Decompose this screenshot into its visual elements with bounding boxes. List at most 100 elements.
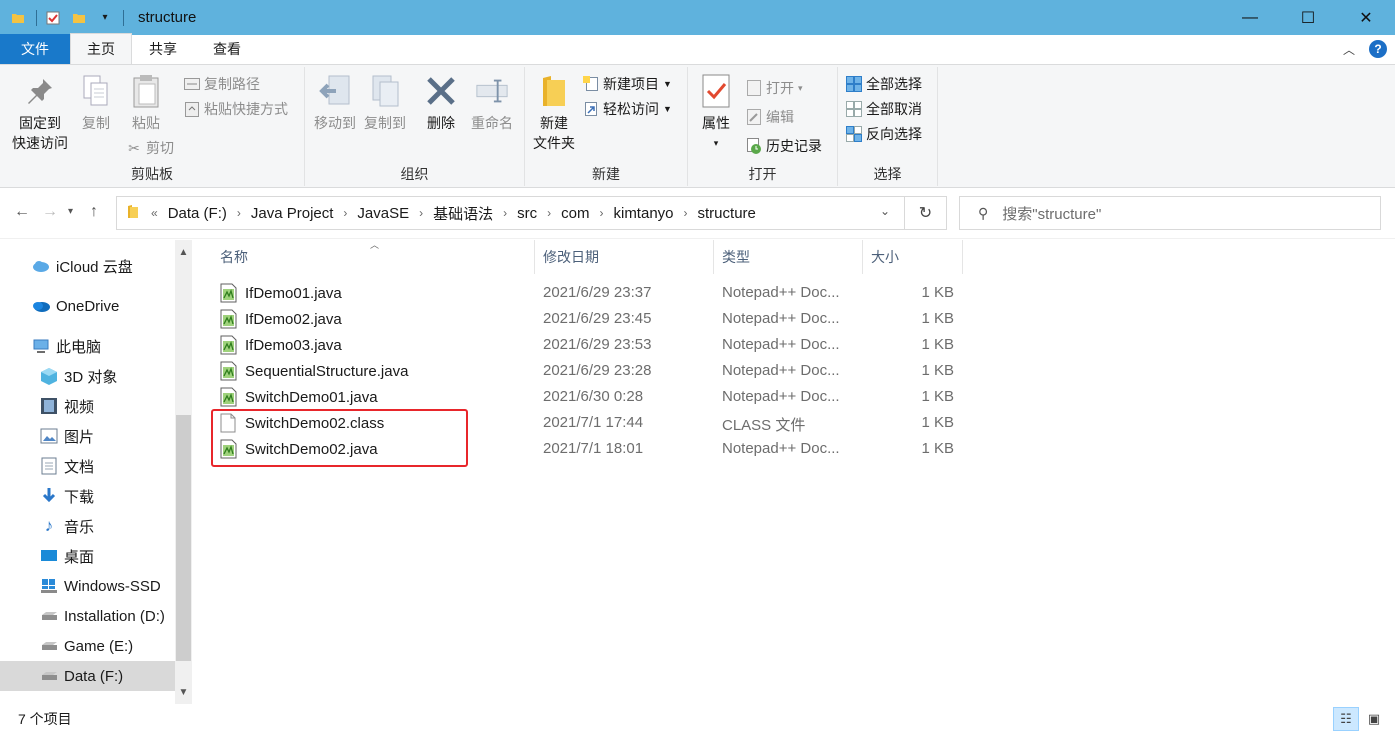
rename-button[interactable]: 重命名	[467, 73, 517, 133]
history-button[interactable]: 历史记录	[746, 135, 822, 157]
nav-pane-scrollbar[interactable]: ▲ ▼	[175, 240, 192, 704]
file-row[interactable]: IfDemo03.java 2021/6/29 23:53 Notepad++ Do…	[212, 332, 972, 358]
cut-button[interactable]: ✂ 剪切	[126, 137, 174, 159]
chevron-right-icon[interactable]: ›	[684, 206, 688, 220]
breadcrumb-com[interactable]: com	[561, 205, 589, 222]
delete-button[interactable]: 删除	[421, 73, 461, 133]
copy-button[interactable]: 复制	[78, 73, 114, 133]
move-to-button[interactable]: 移动到	[311, 73, 359, 133]
chevron-right-icon[interactable]: ›	[547, 206, 551, 220]
breadcrumb-java-project[interactable]: Java Project	[251, 205, 334, 222]
back-button[interactable]: ←	[14, 203, 30, 221]
refresh-icon: ↻	[918, 205, 933, 222]
scrollbar-thumb[interactable]	[176, 415, 191, 661]
nav-item-pictures[interactable]: 图片	[0, 421, 175, 451]
refresh-button[interactable]: ↻	[905, 196, 947, 230]
chevron-down-icon[interactable]: ▾	[97, 10, 113, 26]
nav-item-installation-d[interactable]: Installation (D:)	[0, 601, 175, 631]
large-icons-view-icon[interactable]: ▣	[1361, 707, 1387, 731]
nav-item-windows-ssd[interactable]: Windows-SSD	[0, 571, 175, 601]
paste-button[interactable]: 粘贴	[126, 73, 166, 133]
minimize-button[interactable]: —	[1221, 0, 1279, 35]
search-box[interactable]: ⚲ 搜索"structure"	[959, 196, 1381, 230]
copy-to-icon	[368, 73, 402, 109]
copy-path-button[interactable]: 复制路径	[184, 73, 260, 95]
open-icon	[746, 80, 762, 96]
address-bar[interactable]: « Data (F:) › Java Project › JavaSE › 基础语法 ›…	[116, 196, 905, 230]
details-view-icon[interactable]: ☷	[1333, 707, 1359, 731]
select-all-button[interactable]: 全部选择	[846, 73, 922, 95]
edit-label: 编辑	[766, 109, 794, 125]
file-date: 2021/6/29 23:53	[543, 336, 652, 353]
file-row[interactable]: SequentialStructure.java 2021/6/29 23:28 N…	[212, 358, 972, 384]
nav-item-game-e[interactable]: Game (E:)	[0, 631, 175, 661]
up-button[interactable]: ↑	[90, 203, 98, 221]
forward-button[interactable]: →	[42, 203, 58, 221]
easy-access-icon	[583, 101, 599, 117]
nav-item-videos[interactable]: 视频	[0, 391, 175, 421]
3d-objects-icon	[40, 367, 58, 385]
breadcrumb-overflow[interactable]: «	[151, 206, 158, 220]
file-row[interactable]: IfDemo01.java 2021/6/29 23:37 Notepad++ Do…	[212, 280, 972, 306]
file-row[interactable]: IfDemo02.java 2021/6/29 23:45 Notepad++ Do…	[212, 306, 972, 332]
paste-shortcut-button[interactable]: 粘贴快捷方式	[184, 98, 288, 120]
highlight-annotation-box	[211, 409, 468, 467]
maximize-button[interactable]: ☐	[1279, 0, 1337, 35]
this-pc-icon	[32, 337, 50, 355]
invert-selection-button[interactable]: 反向选择	[846, 123, 922, 145]
new-item-button[interactable]: 新建项目 ▼	[583, 73, 672, 95]
chevron-right-icon[interactable]: ›	[503, 206, 507, 220]
open-button[interactable]: 打开 ▾	[746, 77, 803, 99]
nav-item-icloud[interactable]: iCloud 云盘	[0, 251, 175, 281]
nav-item-label: 此电脑	[56, 338, 102, 356]
drive-icon	[40, 607, 58, 625]
chevron-right-icon[interactable]: ›	[237, 206, 241, 220]
nav-item-3d-objects[interactable]: 3D 对象	[0, 361, 175, 391]
new-folder-button[interactable]: 新建 文件夹	[529, 73, 579, 153]
nav-item-documents[interactable]: 文档	[0, 451, 175, 481]
onedrive-icon	[32, 297, 50, 315]
help-icon[interactable]: ?	[1369, 40, 1387, 58]
collapse-ribbon-icon[interactable]: ︿	[1343, 41, 1355, 58]
tab-home[interactable]: 主页	[70, 33, 132, 64]
scroll-up-icon[interactable]: ▲	[175, 244, 192, 261]
chevron-right-icon[interactable]: ›	[419, 206, 423, 220]
close-button[interactable]: ✕	[1337, 0, 1395, 35]
tab-share[interactable]: 共享	[132, 34, 194, 64]
properties-button[interactable]: 属性 ▾	[696, 73, 736, 153]
copy-to-button[interactable]: 复制到	[361, 73, 409, 133]
column-header-name[interactable]: 名称	[212, 240, 535, 274]
breadcrumb-basic-syntax[interactable]: 基础语法	[433, 203, 493, 224]
file-date: 2021/7/1 18:01	[543, 440, 644, 457]
scroll-down-icon[interactable]: ▼	[175, 684, 192, 701]
chevron-right-icon[interactable]: ›	[599, 206, 603, 220]
icloud-icon	[32, 257, 50, 275]
nav-item-desktop[interactable]: 桌面	[0, 541, 175, 571]
breadcrumb-src[interactable]: src	[517, 205, 537, 222]
properties-icon[interactable]	[45, 10, 61, 26]
chevron-down-icon[interactable]: ⌄	[880, 204, 890, 218]
breadcrumb-kimtanyo[interactable]: kimtanyo	[613, 205, 673, 222]
breadcrumb-structure[interactable]: structure	[698, 205, 756, 222]
recent-locations-chevron-icon[interactable]: ▾	[68, 206, 73, 217]
edit-button[interactable]: 编辑	[746, 106, 794, 128]
pin-to-quick-access-button[interactable]: 固定到 快速访问	[8, 73, 72, 153]
chevron-right-icon[interactable]: ›	[343, 206, 347, 220]
breadcrumb-javase[interactable]: JavaSE	[357, 205, 409, 222]
nav-item-downloads[interactable]: 下载	[0, 481, 175, 511]
nav-item-this-pc[interactable]: 此电脑	[0, 331, 175, 361]
column-header-type[interactable]: 类型	[714, 240, 863, 274]
select-none-button[interactable]: 全部取消	[846, 98, 922, 120]
nav-item-music[interactable]: ♪ 音乐	[0, 511, 175, 541]
nav-item-onedrive[interactable]: OneDrive	[0, 291, 175, 321]
column-header-date[interactable]: 修改日期	[535, 240, 714, 274]
file-type: Notepad++ Doc...	[722, 388, 840, 405]
column-header-size[interactable]: 大小	[863, 240, 963, 274]
breadcrumb-data-drive[interactable]: Data (F:)	[168, 205, 227, 222]
file-row[interactable]: SwitchDemo01.java 2021/6/30 0:28 Notepad++…	[212, 384, 972, 410]
nav-item-data-f[interactable]: Data (F:)	[0, 661, 175, 691]
tab-file[interactable]: 文件	[0, 34, 70, 64]
new-folder-icon[interactable]	[71, 10, 87, 26]
tab-view[interactable]: 查看	[194, 34, 260, 64]
easy-access-button[interactable]: 轻松访问 ▼	[583, 98, 672, 120]
